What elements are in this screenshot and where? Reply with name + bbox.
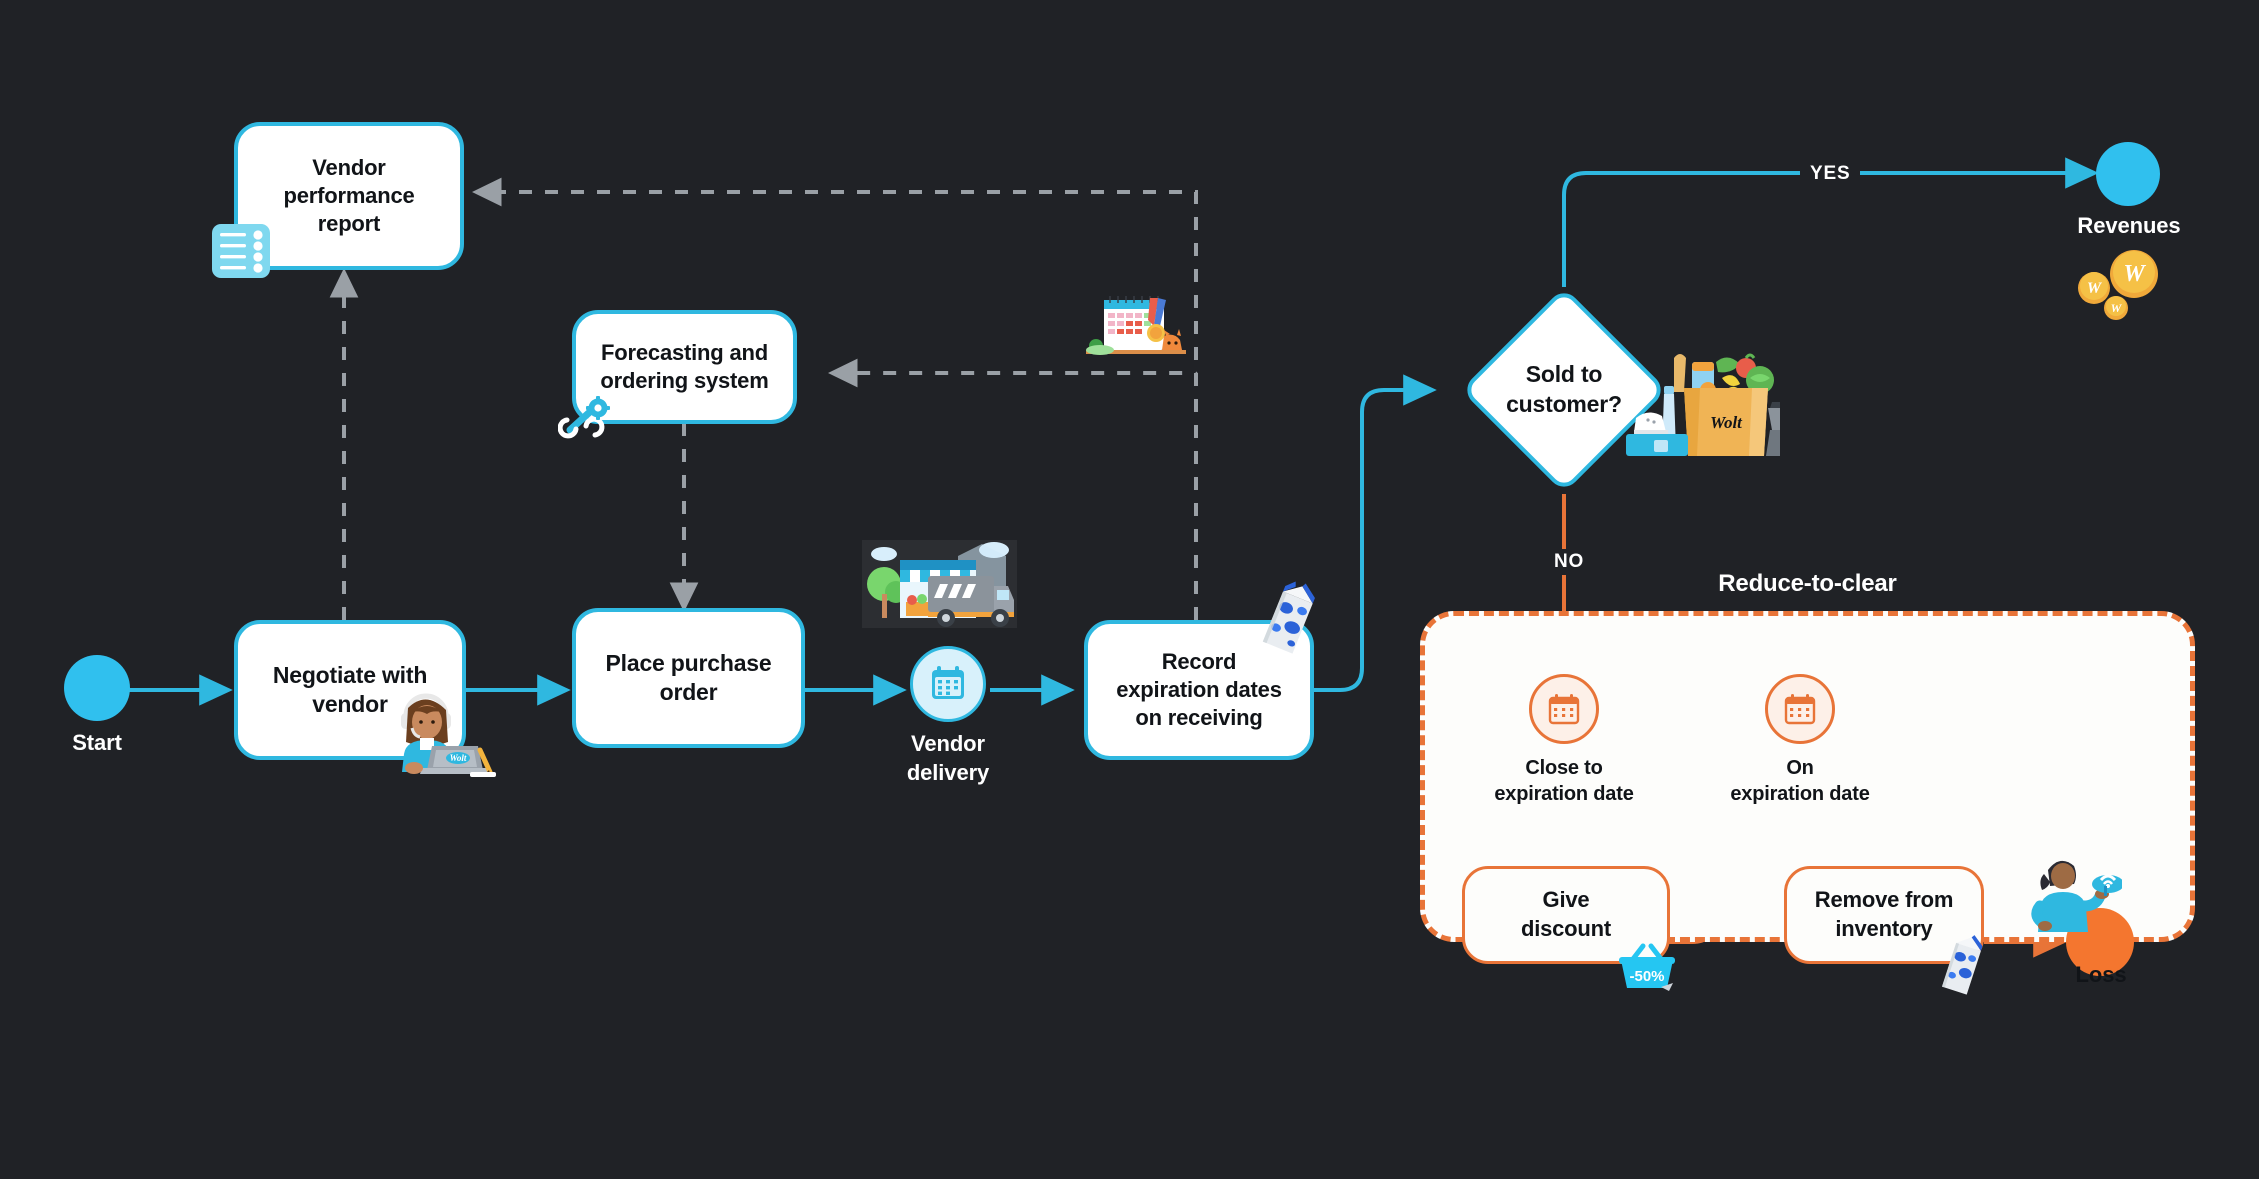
node-record-line3: on receiving bbox=[1135, 705, 1263, 731]
wolt-bag-label: Wolt bbox=[1710, 413, 1743, 432]
node-record-line2: expiration dates bbox=[1116, 676, 1282, 702]
reduce-to-clear-title: Reduce-to-clear bbox=[1718, 570, 1897, 597]
node-vendor-performance-report-line1: Vendor bbox=[312, 154, 386, 180]
node-record-expiration-dates[interactable]: Record expiration dates on receiving bbox=[1084, 620, 1314, 760]
node-revenues-label: Revenues bbox=[2077, 213, 2181, 238]
node-start-label: Start bbox=[72, 730, 122, 755]
edge-record-to-decision bbox=[1313, 374, 1437, 692]
node-sold-to-customer-label: Sold to customer? bbox=[1459, 317, 1669, 463]
edge-label-no: NO bbox=[1544, 549, 1595, 575]
node-negotiate-with-vendor[interactable]: Negotiate with vendor bbox=[234, 620, 466, 760]
node-give-discount-line2: discount bbox=[1520, 916, 1612, 941]
coin-small-label: W bbox=[2111, 301, 2123, 315]
coin-large-label: W bbox=[2123, 261, 2146, 287]
node-record-line1: Record bbox=[1161, 648, 1237, 674]
node-on-expiration-date-label: On expiration date bbox=[1690, 755, 1910, 807]
node-remove-from-inventory[interactable]: Remove from inventory bbox=[1784, 866, 1984, 964]
node-sold-line1: Sold to bbox=[1525, 361, 1603, 388]
node-vendor-delivery-line2: delivery bbox=[906, 759, 990, 785]
node-give-discount[interactable]: Give discount bbox=[1462, 866, 1670, 964]
discount-basket-label: -50% bbox=[1629, 968, 1664, 985]
node-on-expiration-date[interactable] bbox=[1765, 674, 1835, 744]
node-on-expiry-line1: On bbox=[1786, 757, 1814, 779]
node-give-discount-line1: Give bbox=[1542, 887, 1590, 913]
node-vendor-delivery-label: Vendor delivery bbox=[873, 730, 1023, 787]
node-remove-line2: inventory bbox=[1835, 916, 1933, 941]
node-forecasting-line2: ordering system bbox=[600, 368, 769, 393]
flowchart-canvas: Reduce-to-clear Start Vendor performance… bbox=[0, 0, 2259, 1179]
node-close-to-expiration-date-label: Close to expiration date bbox=[1454, 755, 1674, 807]
calendar-icon bbox=[932, 666, 964, 699]
node-close-to-expiration-date[interactable] bbox=[1529, 674, 1599, 744]
node-negotiate-line2: vendor bbox=[312, 691, 388, 717]
wolt-coins-icon: W W W bbox=[2072, 246, 2182, 331]
node-vendor-performance-report-line3: report bbox=[317, 211, 381, 237]
calendar-notebook-medal-icon bbox=[1082, 288, 1192, 360]
node-loss-label: Loss bbox=[2075, 962, 2127, 987]
node-vendor-delivery-line1: Vendor bbox=[911, 731, 985, 756]
node-place-purchase-order[interactable]: Place purchase order bbox=[572, 608, 805, 748]
node-negotiate-line1: Negotiate with bbox=[272, 661, 428, 688]
node-on-expiry-line2: expiration date bbox=[1730, 783, 1870, 805]
node-place-purchase-order-line1: Place purchase bbox=[605, 649, 772, 676]
node-revenues[interactable] bbox=[2096, 142, 2160, 206]
edge-record-to-forecasting-dashed bbox=[828, 358, 1198, 620]
node-remove-line1: Remove from bbox=[1814, 887, 1954, 913]
node-forecasting-and-ordering-system[interactable]: Forecasting and ordering system bbox=[572, 310, 797, 424]
node-forecasting-line1: Forecasting and bbox=[601, 339, 768, 365]
edge-decision-yes-to-revenues bbox=[1562, 157, 2099, 287]
node-sold-line2: customer? bbox=[1506, 391, 1622, 417]
coin-medium-label: W bbox=[2087, 280, 2103, 297]
calendar-icon bbox=[1548, 694, 1580, 725]
node-close-expiry-line2: expiration date bbox=[1494, 783, 1634, 805]
calendar-icon bbox=[1784, 694, 1816, 725]
node-close-expiry-line1: Close to bbox=[1525, 757, 1603, 779]
node-start[interactable] bbox=[64, 655, 130, 721]
delivery-truck-storefront-icon bbox=[862, 532, 1017, 637]
node-vendor-performance-report-line2: performance bbox=[283, 182, 415, 208]
node-place-purchase-order-line2: order bbox=[659, 679, 718, 705]
node-vendor-delivery[interactable] bbox=[910, 646, 986, 722]
edge-label-yes: YES bbox=[1800, 161, 1861, 187]
node-vendor-performance-report[interactable]: Vendor performance report bbox=[234, 122, 464, 270]
